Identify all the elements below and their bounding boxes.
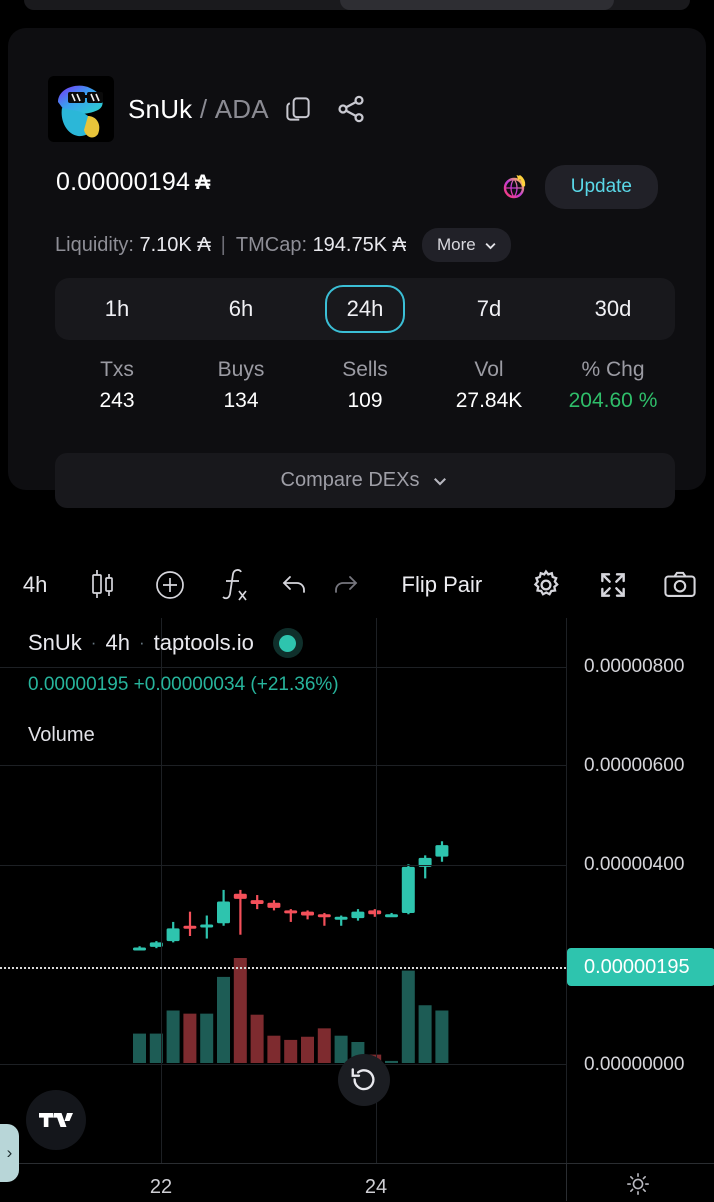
timeframe-selector: 1h 6h 24h 7d 30d xyxy=(55,278,675,340)
update-button[interactable]: Update xyxy=(544,165,658,209)
more-button-label: More xyxy=(436,235,476,254)
chevron-right-icon[interactable]: › xyxy=(0,1124,19,1182)
chart-legend: SnUk · 4h · taptools.io 0.00000195 +0.00… xyxy=(28,628,339,747)
stat-pct-chg-label: % Chg xyxy=(581,358,645,381)
stat-buys-label: Buys xyxy=(217,358,265,381)
gear-icon[interactable] xyxy=(513,568,579,602)
legend-symbol: SnUk xyxy=(28,630,82,655)
undo-icon[interactable] xyxy=(269,572,320,598)
candlestick-icon[interactable] xyxy=(70,568,136,602)
legend-dot-2: · xyxy=(138,633,145,652)
stat-txs-label: Txs xyxy=(100,358,134,381)
price-tick-400: 0.00000400 xyxy=(584,854,685,875)
camera-icon[interactable] xyxy=(646,570,714,600)
current-price-badge: 0.00000195 xyxy=(567,948,714,986)
metric-divider: | xyxy=(220,233,226,256)
partial-top-bar xyxy=(24,0,690,10)
liquidity-ada-glyph: ₳ xyxy=(197,233,211,256)
chart-legend-ohlc: 0.00000195 +0.00000034 (+21.36%) xyxy=(28,674,339,695)
reset-chart-button[interactable] xyxy=(338,1054,390,1106)
time-axis[interactable]: 22 24 xyxy=(0,1163,714,1202)
stat-buys-value: 134 xyxy=(223,389,259,412)
chart-legend-title: SnUk · 4h · taptools.io xyxy=(28,628,339,658)
liquidity-value: 7.10K xyxy=(139,233,192,256)
stat-txs: Txs 243 xyxy=(55,358,179,413)
liquidity-label: Liquidity: xyxy=(55,233,134,256)
refresh-globe-icon[interactable] xyxy=(497,170,531,204)
chart-interval-button[interactable]: 4h xyxy=(0,572,70,598)
stat-buys: Buys 134 xyxy=(179,358,303,413)
status-dot-icon xyxy=(272,628,303,658)
timeframe-option-7d[interactable]: 7d xyxy=(427,287,551,331)
gridline-horizontal xyxy=(0,1064,566,1065)
theme-toggle-icon[interactable] xyxy=(625,1171,651,1202)
more-button[interactable]: More xyxy=(421,228,511,262)
ada-glyph: ₳ xyxy=(195,170,210,194)
price-row: 0.00000194 ₳ Update xyxy=(56,165,676,210)
stat-pct-chg-value: 204.60 % xyxy=(568,389,658,412)
gridline-horizontal xyxy=(0,765,566,766)
stat-sells: Sells 109 xyxy=(303,358,427,413)
price-tick-800: 0.00000800 xyxy=(584,656,685,677)
stat-sells-label: Sells xyxy=(342,358,388,381)
stat-txs-value: 243 xyxy=(99,389,135,412)
stats-row: Txs 243 Buys 134 Sells 109 Vol 27.84K % … xyxy=(55,358,675,413)
update-group: Update xyxy=(497,165,658,209)
time-tick-24: 24 xyxy=(364,1176,388,1198)
legend-interval: 4h xyxy=(105,630,130,655)
stat-vol-label: Vol xyxy=(474,358,504,381)
share-icon[interactable] xyxy=(335,93,367,125)
stat-vol: Vol 27.84K xyxy=(427,358,551,413)
price-axis[interactable]: 0.00000800 0.00000600 0.00000400 0.00000… xyxy=(566,618,714,1200)
gridline-horizontal xyxy=(0,865,566,866)
legend-dot-1: · xyxy=(90,633,97,652)
chevron-down-icon xyxy=(485,242,496,249)
chart-legend-volume-label: Volume xyxy=(28,724,95,746)
redo-icon[interactable] xyxy=(320,572,371,598)
copy-icon[interactable] xyxy=(283,94,313,124)
current-price-line xyxy=(0,967,566,969)
fx-indicator-icon[interactable] xyxy=(203,567,269,603)
pair-base-symbol: SnUk xyxy=(128,93,193,124)
stat-vol-value: 27.84K xyxy=(455,389,523,412)
chevron-down-icon xyxy=(434,477,447,485)
price-number: 0.00000194 xyxy=(56,168,191,196)
compare-dexs-label: Compare DEXs xyxy=(280,469,420,491)
tradingview-logo-icon[interactable] xyxy=(26,1090,86,1150)
timeframe-option-24h[interactable]: 24h xyxy=(303,285,427,333)
fullscreen-icon[interactable] xyxy=(579,569,645,601)
stat-sells-value: 109 xyxy=(347,389,383,412)
timeframe-option-1h[interactable]: 1h xyxy=(55,287,179,331)
price-chart[interactable]: SnUk · 4h · taptools.io 0.00000195 +0.00… xyxy=(0,618,714,1202)
legend-source: taptools.io xyxy=(153,630,254,655)
time-tick-22: 22 xyxy=(149,1176,173,1198)
compare-dexs-button[interactable]: Compare DEXs xyxy=(55,453,675,508)
flip-pair-button[interactable]: Flip Pair xyxy=(371,572,513,598)
chart-toolbar: 4h Flip Pair xyxy=(0,556,714,614)
liquidity-marketcap-row: Liquidity: 7.10K ₳ | TMCap: 194.75K ₳ Mo… xyxy=(55,228,511,262)
snuk-token-logo-icon xyxy=(48,76,114,142)
price-tick-600: 0.00000600 xyxy=(584,755,685,776)
token-info-card: SnUk / ADA 0.00000194 ₳ Update Liquidity… xyxy=(8,28,706,508)
tmcap-value: 194.75K xyxy=(312,233,388,256)
pair-quote-symbol: / ADA xyxy=(199,93,269,124)
stat-pct-chg: % Chg 204.60 % xyxy=(551,358,675,413)
price-tick-000: 0.00000000 xyxy=(584,1054,685,1075)
pair-title: SnUk / ADA xyxy=(128,94,269,125)
timeframe-option-6h[interactable]: 6h xyxy=(179,287,303,331)
timeframe-option-30d[interactable]: 30d xyxy=(551,287,675,331)
pair-header: SnUk / ADA xyxy=(48,76,367,142)
partial-top-bar-segment xyxy=(340,0,614,10)
tmcap-ada-glyph: ₳ xyxy=(392,233,406,256)
axis-divider xyxy=(566,1164,567,1201)
add-indicator-icon[interactable] xyxy=(137,568,203,602)
tmcap-label: TMCap: xyxy=(235,233,307,256)
